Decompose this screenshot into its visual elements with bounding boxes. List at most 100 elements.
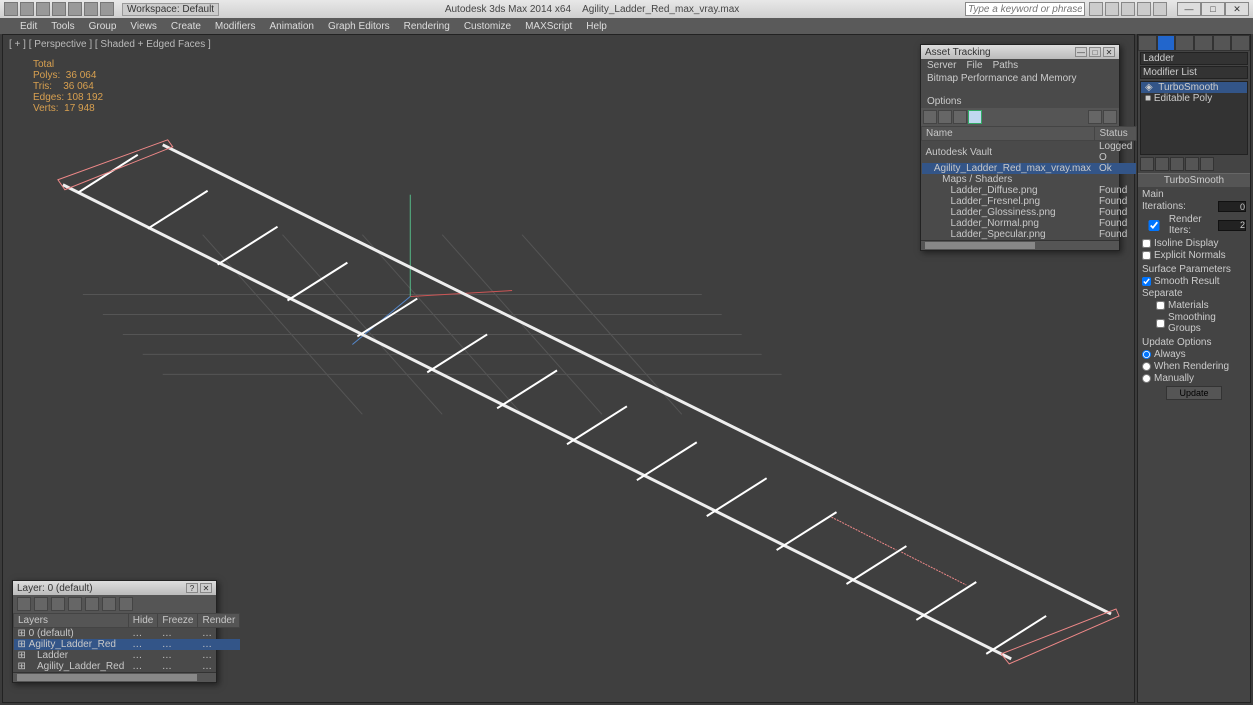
stack-turbosmooth[interactable]: ◈ TurboSmooth (1141, 82, 1247, 93)
layers-tb-select[interactable] (68, 597, 82, 611)
open-icon[interactable] (36, 2, 50, 16)
tab-hierarchy[interactable] (1175, 35, 1194, 51)
tab-utilities[interactable] (1231, 35, 1250, 51)
exchange-icon[interactable] (1137, 2, 1151, 16)
layers-scrollbar[interactable] (13, 672, 216, 682)
asset-row[interactable]: Maps / Shaders (922, 174, 1137, 185)
layers-col-render[interactable]: Render (198, 614, 240, 628)
maximize-button[interactable]: □ (1201, 2, 1225, 16)
search-input[interactable] (965, 2, 1085, 16)
menu-maxscript[interactable]: MAXScript (525, 21, 572, 32)
layer-row[interactable]: ⊞ 0 (default)……… (14, 628, 240, 640)
asset-row[interactable]: Autodesk VaultLogged O (922, 141, 1137, 164)
show-end-result-icon[interactable] (1155, 157, 1169, 171)
layers-help-button[interactable]: ? (186, 583, 198, 593)
layers-window[interactable]: Layer: 0 (default) ? ✕ Layers Hide Freez… (12, 580, 217, 683)
rollout-turbosmooth-header[interactable]: TurboSmooth (1138, 173, 1250, 187)
menu-rendering[interactable]: Rendering (404, 21, 450, 32)
modifier-list-dropdown[interactable]: Modifier List (1140, 66, 1248, 79)
workspace-dropdown[interactable]: Workspace: Default (122, 3, 219, 16)
layers-table[interactable]: Layers Hide Freeze Render ⊞ 0 (default)…… (13, 613, 240, 672)
asset-row[interactable]: Ladder_Normal.pngFound (922, 218, 1137, 229)
app-icon[interactable] (4, 2, 18, 16)
help-icon[interactable] (1089, 2, 1103, 16)
star-icon[interactable] (1121, 2, 1135, 16)
manually-radio[interactable] (1142, 374, 1151, 383)
layers-tb-freeze[interactable] (119, 597, 133, 611)
modifier-stack[interactable]: ◈ TurboSmooth ■ Editable Poly (1140, 81, 1248, 155)
remove-modifier-icon[interactable] (1185, 157, 1199, 171)
comm-icon[interactable] (1105, 2, 1119, 16)
menu-modifiers[interactable]: Modifiers (215, 21, 256, 32)
link-icon[interactable] (100, 2, 114, 16)
materials-checkbox[interactable] (1156, 301, 1165, 310)
asset-row[interactable]: Agility_Ladder_Red_max_vray.maxOk (922, 163, 1137, 174)
asset-row[interactable]: Ladder_Diffuse.pngFound (922, 185, 1137, 196)
menu-tools[interactable]: Tools (51, 21, 74, 32)
asset-tb-refresh[interactable] (1088, 110, 1102, 124)
save-icon[interactable] (52, 2, 66, 16)
menu-create[interactable]: Create (171, 21, 201, 32)
menu-help[interactable]: Help (586, 21, 607, 32)
asset-tracking-window[interactable]: Asset Tracking — □ ✕ Server File Paths B… (920, 44, 1120, 251)
render-iters-spinner[interactable] (1218, 220, 1246, 231)
layer-row[interactable]: ⊞ Ladder……… (14, 650, 240, 661)
when-rendering-radio[interactable] (1142, 362, 1151, 371)
tab-motion[interactable] (1194, 35, 1213, 51)
layers-tb-highlight[interactable] (85, 597, 99, 611)
menu-views[interactable]: Views (130, 21, 157, 32)
menu-edit[interactable]: Edit (20, 21, 37, 32)
asset-row[interactable]: Ladder_Fresnel.pngFound (922, 196, 1137, 207)
smooth-result-checkbox[interactable] (1142, 277, 1151, 286)
asset-scrollbar[interactable] (921, 240, 1119, 250)
explicit-normals-checkbox[interactable] (1142, 251, 1151, 260)
menu-customize[interactable]: Customize (464, 21, 511, 32)
asset-col-status[interactable]: Status (1095, 127, 1136, 141)
render-iters-checkbox[interactable] (1142, 220, 1166, 231)
layers-col-layers[interactable]: Layers (14, 614, 129, 628)
asset-menu-server[interactable]: Server (927, 60, 956, 71)
asset-col-name[interactable]: Name (922, 127, 1095, 141)
asset-tb-settings[interactable] (1103, 110, 1117, 124)
asset-tb-4[interactable] (968, 110, 982, 124)
minimize-button[interactable]: — (1177, 2, 1201, 16)
always-radio[interactable] (1142, 350, 1151, 359)
isoline-checkbox[interactable] (1142, 239, 1151, 248)
asset-menu-bitmap[interactable]: Bitmap Performance and Memory (927, 73, 1077, 84)
layers-col-hide[interactable]: Hide (128, 614, 158, 628)
menu-group[interactable]: Group (89, 21, 117, 32)
asset-menu-file[interactable]: File (966, 60, 982, 71)
iterations-spinner[interactable] (1218, 201, 1246, 212)
asset-max-button[interactable]: □ (1089, 47, 1101, 57)
asset-tb-3[interactable] (953, 110, 967, 124)
menu-animation[interactable]: Animation (269, 21, 313, 32)
configure-sets-icon[interactable] (1200, 157, 1214, 171)
tab-create[interactable] (1138, 35, 1157, 51)
tab-display[interactable] (1213, 35, 1232, 51)
tab-modify[interactable] (1157, 35, 1176, 51)
asset-menu-paths[interactable]: Paths (993, 60, 1019, 71)
layers-tb-new[interactable] (17, 597, 31, 611)
new-icon[interactable] (20, 2, 34, 16)
asset-menu-options[interactable]: Options (927, 96, 961, 107)
pin-stack-icon[interactable] (1140, 157, 1154, 171)
asset-close-button[interactable]: ✕ (1103, 47, 1115, 57)
layer-row[interactable]: ⊞ Agility_Ladder_Red……… (14, 661, 240, 672)
smoothing-groups-checkbox[interactable] (1156, 319, 1165, 328)
close-button[interactable]: ✕ (1225, 2, 1249, 16)
make-unique-icon[interactable] (1170, 157, 1184, 171)
asset-table[interactable]: NameStatus Autodesk VaultLogged O Agilit… (921, 126, 1137, 240)
asset-tb-1[interactable] (923, 110, 937, 124)
asset-row[interactable]: Ladder_Glossiness.pngFound (922, 207, 1137, 218)
layers-close-button[interactable]: ✕ (200, 583, 212, 593)
update-button[interactable]: Update (1166, 386, 1221, 400)
object-name-field[interactable]: Ladder (1140, 52, 1248, 65)
layers-tb-delete[interactable] (34, 597, 48, 611)
menu-graph-editors[interactable]: Graph Editors (328, 21, 390, 32)
asset-tb-2[interactable] (938, 110, 952, 124)
layers-col-freeze[interactable]: Freeze (158, 614, 198, 628)
layer-row[interactable]: ⊞ Agility_Ladder_Red……… (14, 639, 240, 650)
layers-tb-add[interactable] (51, 597, 65, 611)
question-icon[interactable] (1153, 2, 1167, 16)
redo-icon[interactable] (84, 2, 98, 16)
